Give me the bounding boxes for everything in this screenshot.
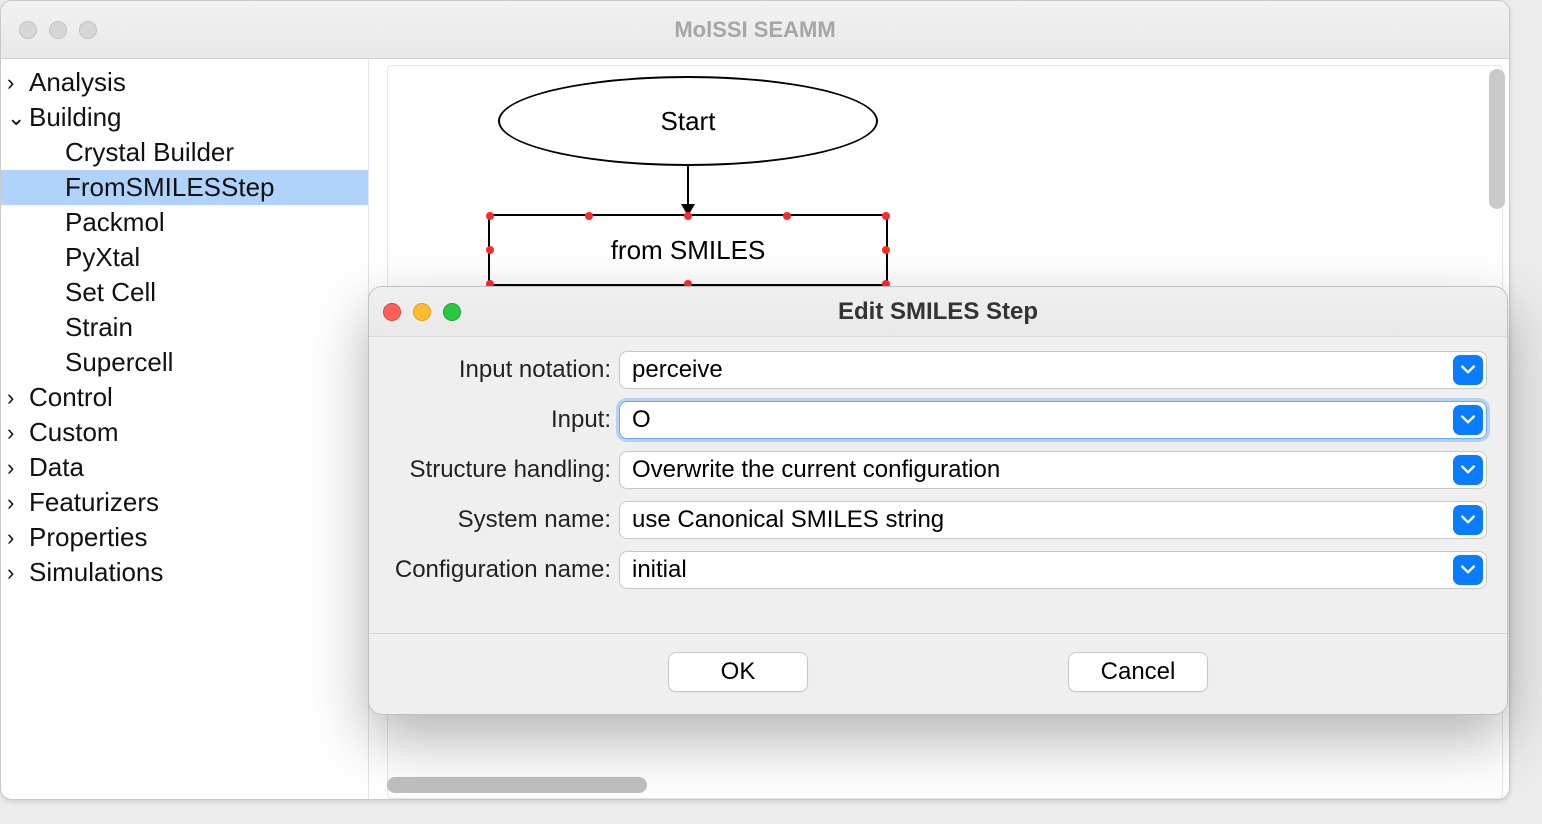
- tree-item-label: Packmol: [65, 207, 165, 238]
- dialog-title: Edit SMILES Step: [369, 298, 1507, 326]
- tree-group-label: Analysis: [29, 67, 126, 98]
- minimize-icon[interactable]: [413, 303, 431, 321]
- chevron-right-icon: ›: [7, 490, 29, 516]
- field-row-input-notation: Input notation:: [379, 351, 1487, 389]
- structure-input[interactable]: [619, 451, 1487, 489]
- window-title: MolSSI SEAMM: [1, 17, 1509, 43]
- tree-item-label: Supercell: [65, 347, 173, 378]
- step-node-label: from SMILES: [611, 235, 766, 266]
- dialog-titlebar: Edit SMILES Step: [369, 287, 1507, 337]
- chevron-right-icon: ›: [7, 455, 29, 481]
- tree-item-strain[interactable]: Strain: [1, 310, 368, 345]
- field-row-system-name: System name:: [379, 501, 1487, 539]
- zoom-icon[interactable]: [443, 303, 461, 321]
- port-icon[interactable]: [585, 212, 593, 220]
- tree-group-building[interactable]: ⌄Building: [1, 100, 368, 135]
- zoom-icon[interactable]: [79, 21, 97, 39]
- step-node[interactable]: from SMILES: [488, 214, 888, 286]
- port-icon[interactable]: [783, 212, 791, 220]
- tree-item-label: Set Cell: [65, 277, 156, 308]
- tree-item-label: PyXtal: [65, 242, 140, 273]
- vertical-scrollbar[interactable]: [1489, 69, 1505, 209]
- tree-group-label: Featurizers: [29, 487, 159, 518]
- chevron-down-icon[interactable]: [1453, 555, 1483, 585]
- field-label: Input:: [379, 406, 619, 434]
- config-name-combobox[interactable]: [619, 551, 1487, 589]
- chevron-right-icon: ›: [7, 385, 29, 411]
- input-input[interactable]: [619, 401, 1487, 439]
- tree-group-label: Building: [29, 102, 122, 133]
- field-row-structure: Structure handling:: [379, 451, 1487, 489]
- chevron-down-icon: ⌄: [7, 105, 29, 131]
- minimize-icon[interactable]: [49, 21, 67, 39]
- tree-item-pyxtal[interactable]: PyXtal: [1, 240, 368, 275]
- port-icon[interactable]: [486, 246, 494, 254]
- tree-group-label: Custom: [29, 417, 119, 448]
- tree-group-simulations[interactable]: ›Simulations: [1, 555, 368, 590]
- tree-group-data[interactable]: ›Data: [1, 450, 368, 485]
- tree-item-fromsmilesstep[interactable]: FromSMILESStep: [1, 170, 368, 205]
- chevron-right-icon: ›: [7, 420, 29, 446]
- tree-group-featurizers[interactable]: ›Featurizers: [1, 485, 368, 520]
- field-row-config-name: Configuration name:: [379, 551, 1487, 589]
- tree-group-label: Simulations: [29, 557, 163, 588]
- port-icon[interactable]: [882, 246, 890, 254]
- input-notation-combobox[interactable]: [619, 351, 1487, 389]
- horizontal-scrollbar[interactable]: [387, 777, 647, 793]
- separator: [369, 633, 1507, 634]
- structure-combobox[interactable]: [619, 451, 1487, 489]
- tree-item-packmol[interactable]: Packmol: [1, 205, 368, 240]
- port-icon[interactable]: [684, 212, 692, 220]
- dialog-traffic-lights: [383, 303, 461, 321]
- field-label: Configuration name:: [379, 556, 619, 584]
- port-icon[interactable]: [486, 212, 494, 220]
- field-label: Input notation:: [379, 356, 619, 384]
- field-label: System name:: [379, 506, 619, 534]
- chevron-right-icon: ›: [7, 560, 29, 586]
- config-name-input[interactable]: [619, 551, 1487, 589]
- system-name-combobox[interactable]: [619, 501, 1487, 539]
- start-node-label: Start: [661, 106, 716, 137]
- tree-item-crystal-builder[interactable]: Crystal Builder: [1, 135, 368, 170]
- cancel-button[interactable]: Cancel: [1068, 652, 1208, 692]
- tree-group-label: Data: [29, 452, 84, 483]
- field-label: Structure handling:: [379, 456, 619, 484]
- input-notation-input[interactable]: [619, 351, 1487, 389]
- tree-item-label: FromSMILESStep: [65, 172, 275, 203]
- tree-group-control[interactable]: ›Control: [1, 380, 368, 415]
- chevron-down-icon[interactable]: [1453, 405, 1483, 435]
- tree-group-label: Control: [29, 382, 113, 413]
- traffic-lights: [19, 21, 97, 39]
- chevron-down-icon[interactable]: [1453, 455, 1483, 485]
- chevron-down-icon[interactable]: [1453, 355, 1483, 385]
- tree-group-label: Properties: [29, 522, 148, 553]
- ok-button[interactable]: OK: [668, 652, 808, 692]
- tree-group-custom[interactable]: ›Custom: [1, 415, 368, 450]
- tree-item-supercell[interactable]: Supercell: [1, 345, 368, 380]
- chevron-right-icon: ›: [7, 525, 29, 551]
- close-icon[interactable]: [19, 21, 37, 39]
- input-combobox[interactable]: [619, 401, 1487, 439]
- port-icon[interactable]: [882, 212, 890, 220]
- system-name-input[interactable]: [619, 501, 1487, 539]
- tree-item-label: Crystal Builder: [65, 137, 234, 168]
- chevron-down-icon[interactable]: [1453, 505, 1483, 535]
- tree-item-set-cell[interactable]: Set Cell: [1, 275, 368, 310]
- field-row-input: Input:: [379, 401, 1487, 439]
- edit-step-dialog: Edit SMILES Step Input notation: Input: St…: [368, 286, 1508, 715]
- close-icon[interactable]: [383, 303, 401, 321]
- tree-group-properties[interactable]: ›Properties: [1, 520, 368, 555]
- chevron-right-icon: ›: [7, 70, 29, 96]
- tree-group-analysis[interactable]: ›Analysis: [1, 65, 368, 100]
- titlebar: MolSSI SEAMM: [1, 1, 1509, 59]
- tree-item-label: Strain: [65, 312, 133, 343]
- start-node[interactable]: Start: [498, 76, 878, 166]
- sidebar: ›Analysis⌄BuildingCrystal BuilderFromSMI…: [1, 59, 369, 799]
